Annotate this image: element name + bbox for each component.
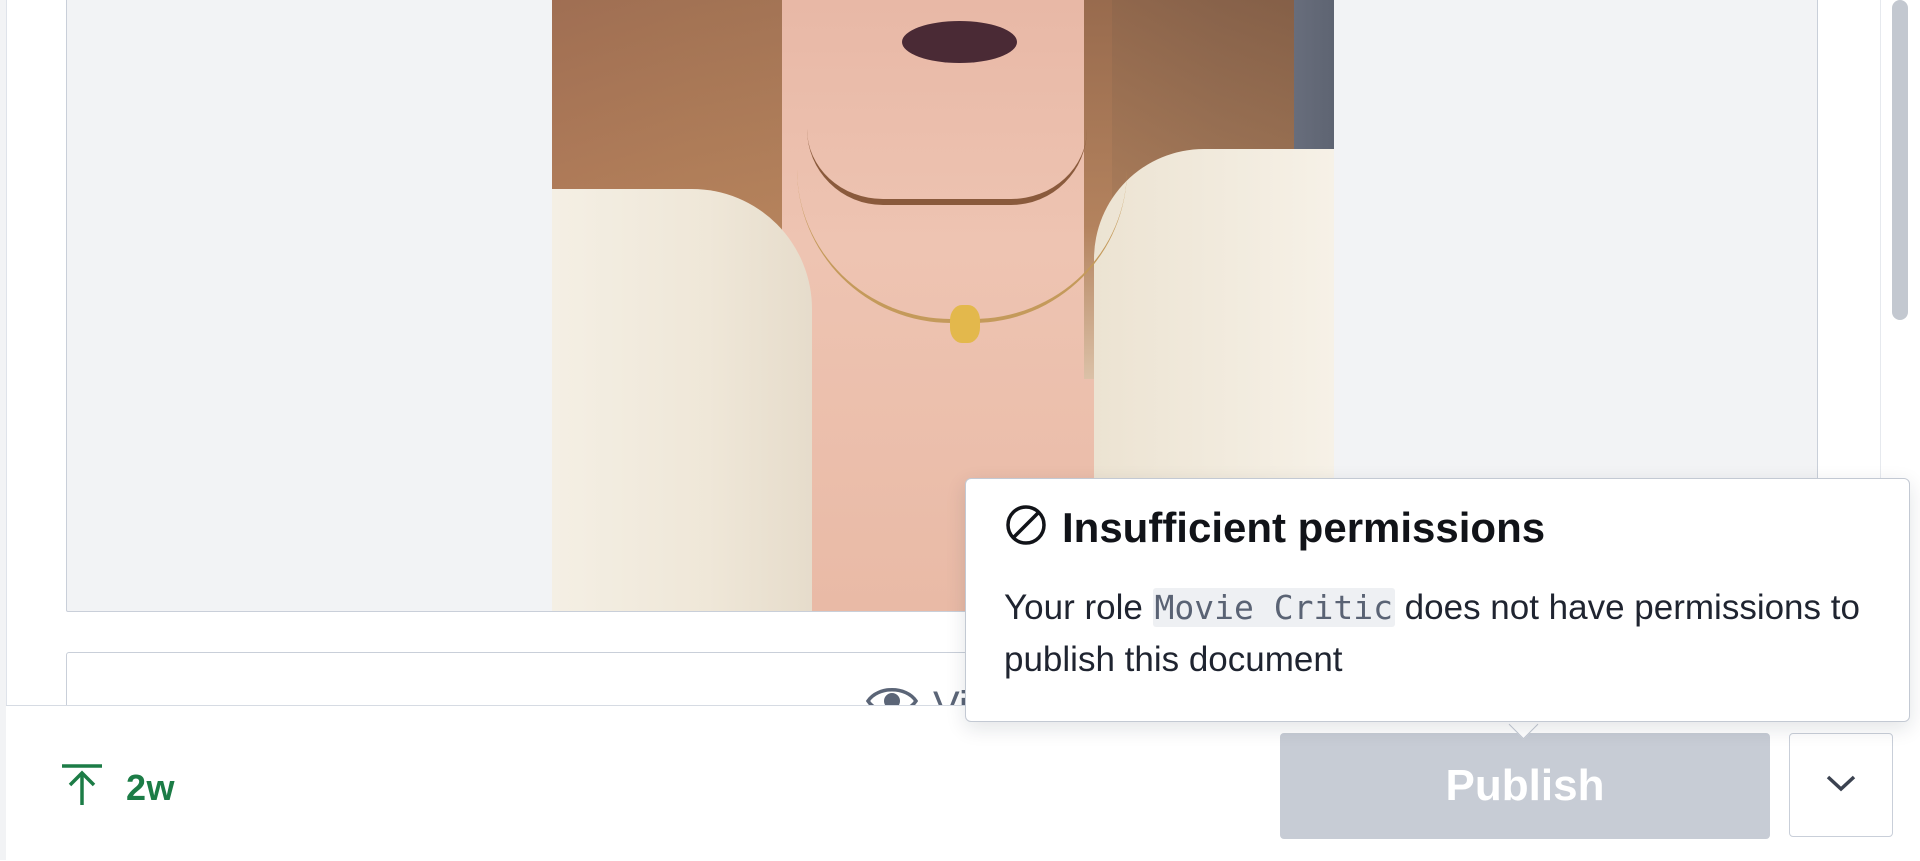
publish-status[interactable]: 2w: [58, 761, 175, 814]
publish-menu-button[interactable]: [1789, 733, 1893, 837]
tooltip-message: Your role Movie Critic does not have per…: [1004, 582, 1869, 686]
scrollbar-thumb[interactable]: [1892, 0, 1908, 320]
permissions-tooltip: Insufficient permissions Your role Movie…: [965, 478, 1910, 722]
status-timestamp: 2w: [126, 766, 176, 808]
arrow-up-to-line-icon: [58, 761, 106, 814]
chevron-down-icon: [1824, 772, 1858, 799]
publish-button[interactable]: Publish: [1280, 733, 1770, 839]
document-footer: 2w Publish: [6, 705, 1893, 861]
ban-icon: [1004, 503, 1048, 552]
tooltip-text-before: Your role: [1004, 588, 1153, 627]
tooltip-title: Insufficient permissions: [1062, 503, 1546, 551]
role-name: Movie Critic: [1152, 588, 1395, 627]
